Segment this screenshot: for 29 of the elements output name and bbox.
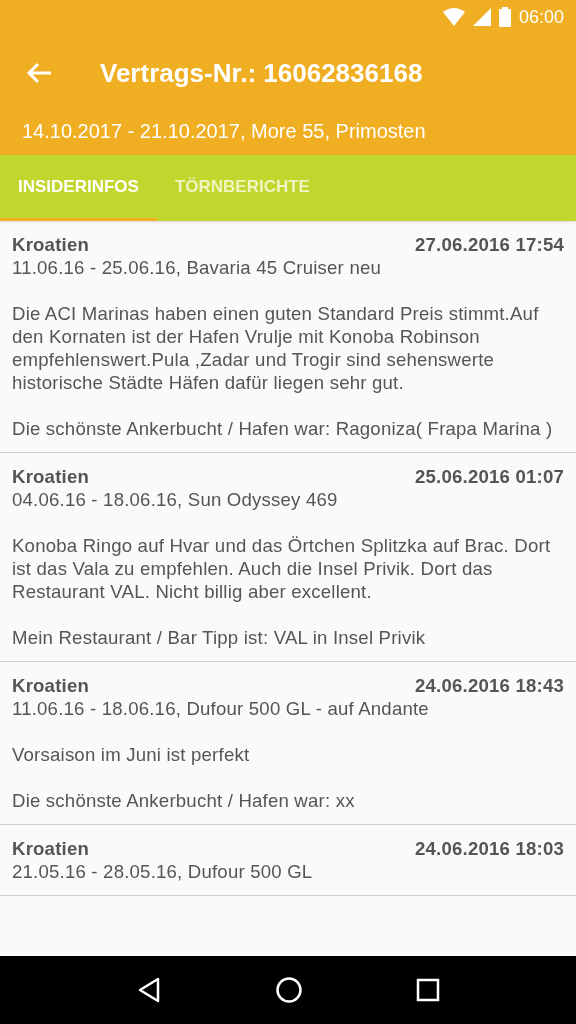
home-nav-button[interactable] [275, 976, 303, 1004]
trip-label: 04.06.16 - 18.06.16, Sun Odyssey 469 [12, 488, 339, 511]
wifi-icon [442, 8, 465, 26]
date-label: 25.06.2016 01:07 [415, 465, 564, 488]
page-subtitle: 14.10.2017 - 21.10.2017, More 55, Primosten [21, 119, 427, 144]
report-text: Mein Restaurant / Bar Tipp ist: VAL in Insel Privik [12, 626, 427, 649]
trip-label: 21.05.16 - 28.05.16, Dufour 500 GL [12, 860, 314, 883]
report-text: Die ACI Marinas haben einen guten Standard Preis stimmt.Auf den Kornaten ist der Hafen Vrulje mit Konoba Robinson empfehlenswert.Pula ,Zadar und Trogir sind sehenswerte historische Städte Häfen dafür liegen sehr gut. [12, 302, 540, 394]
signal-icon [472, 8, 491, 26]
region-label: Kroatien [12, 465, 90, 488]
date-label: 24.06.2016 18:03 [415, 837, 564, 860]
tab[interactable]: INSIDERINFOS [0, 155, 157, 221]
date-label: 27.06.2016 17:54 [415, 233, 564, 256]
recents-nav-button[interactable] [415, 978, 440, 1002]
report-text: Die schönste Ankerbucht / Hafen war: xx [12, 789, 356, 812]
trip-label: 11.06.16 - 18.06.16, Dufour 500 GL - auf Andante [12, 697, 430, 720]
region-label: Kroatien [12, 837, 90, 860]
report-text: Vorsaison im Juni ist perfekt [12, 743, 251, 766]
tab[interactable]: TÖRNBERICHTE [156, 155, 328, 221]
page-title: Vertrags-Nr.: 16062836168 [100, 56, 423, 90]
clock: 06:00 [518, 5, 564, 29]
date-label: 24.06.2016 18:43 [415, 674, 564, 697]
region-label: Kroatien [12, 674, 90, 697]
trip-label: 11.06.16 - 25.06.16, Bavaria 45 Cruiser neu [12, 256, 382, 279]
report-text: Konoba Ringo auf Hvar und das Örtchen Splitzka auf Brac. Dort ist das Vala zu empfehlen. Auch die Insel Privik. Dort das Restaurant VAL. Nicht billig aber excellent. [12, 534, 552, 603]
report-text: Die schönste Ankerbucht / Hafen war: Ragoniza( Frapa Marina ) [12, 417, 554, 440]
battery-icon [498, 7, 511, 27]
region-label: Kroatien [12, 233, 90, 256]
back-arrow-icon [26, 62, 52, 84]
